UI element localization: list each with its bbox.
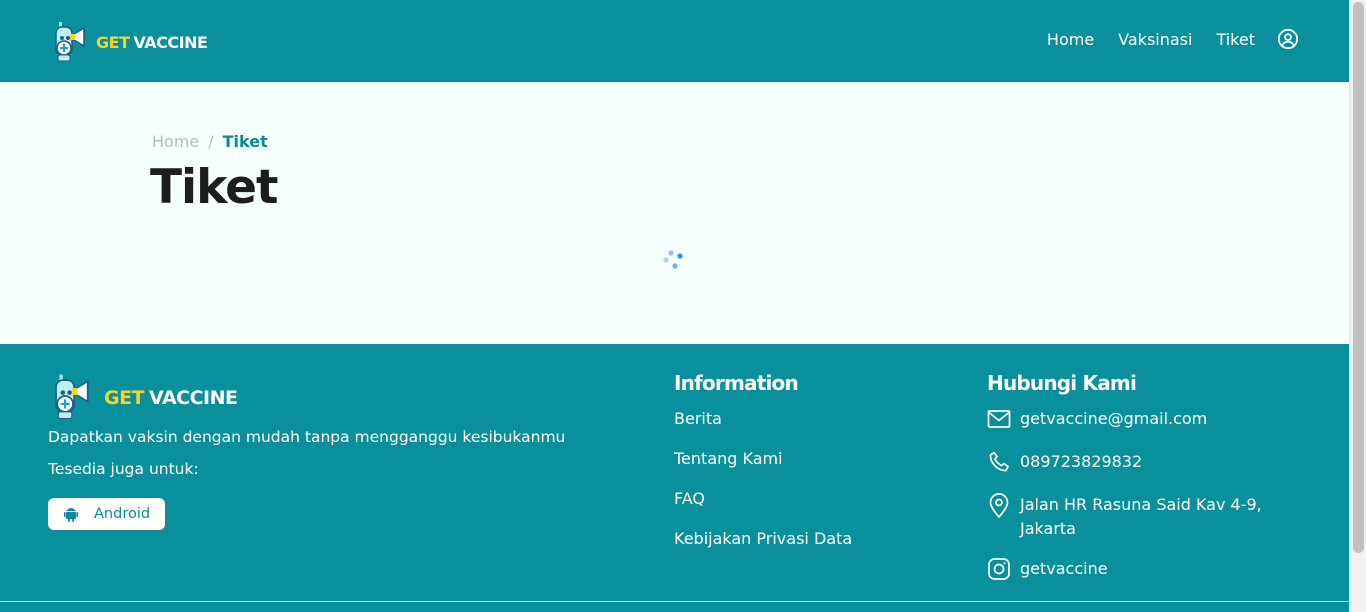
scrollbar-thumb[interactable]: [1353, 2, 1364, 553]
main-content: Home / Tiket Tiket: [0, 82, 1349, 344]
info-link-faq[interactable]: FAQ: [674, 489, 705, 508]
logo-vaccine-text: VACCINE: [133, 32, 208, 52]
contact-instagram[interactable]: getvaccine: [987, 557, 1108, 581]
contact-phone-text: 089723829832: [1020, 452, 1143, 471]
contact-instagram-text: getvaccine: [1020, 559, 1108, 578]
instagram-icon: [988, 558, 1010, 580]
breadcrumb: Home / Tiket: [152, 132, 268, 151]
header-logo[interactable]: GET VACCINE: [50, 18, 208, 64]
footer-logo: GET VACCINE: [48, 370, 238, 422]
android-button[interactable]: Android: [48, 498, 165, 530]
nav-vaksinasi[interactable]: Vaksinasi: [1118, 30, 1192, 49]
footer-tagline: Dapatkan vaksin dengan mudah tanpa mengg…: [48, 428, 566, 446]
map-pin-icon: [989, 493, 1009, 519]
logo-get-text: GET: [104, 387, 145, 409]
navbar: GET VACCINE Home Vaksinasi Tiket: [0, 0, 1349, 82]
mail-icon: [987, 410, 1011, 428]
page-title: Tiket: [150, 160, 279, 215]
contact-phone[interactable]: 089723829832: [987, 450, 1142, 474]
logo-vaccine-text: VACCINE: [149, 387, 238, 409]
phone-icon: [989, 451, 1009, 472]
nav-home[interactable]: Home: [1047, 30, 1094, 49]
spinner-icon: [663, 250, 683, 269]
footer: GET VACCINE Dapatkan vaksin dengan mudah…: [0, 344, 1349, 612]
vaccine-mascot-icon: [55, 374, 89, 420]
info-link-kebijakan-privasi[interactable]: Kebijakan Privasi Data: [674, 529, 852, 548]
logo-get-text: GET: [96, 32, 130, 52]
breadcrumb-separator: /: [208, 132, 214, 151]
android-icon: [64, 508, 78, 522]
information-title: Information: [674, 371, 799, 395]
vaccine-mascot-icon: [55, 22, 85, 62]
contact-address-text: Jalan HR Rasuna Said Kav 4-9, Jakarta: [1020, 495, 1262, 538]
contact-title: Hubungi Kami: [987, 371, 1137, 395]
footer-available-text: Tesedia juga untuk:: [48, 460, 199, 478]
user-circle-icon[interactable]: [1277, 28, 1299, 50]
contact-address[interactable]: Jalan HR Rasuna Said Kav 4-9, Jakarta: [987, 493, 1270, 541]
breadcrumb-current: Tiket: [222, 132, 268, 151]
vertical-scrollbar[interactable]: [1349, 0, 1366, 612]
footer-divider: [0, 601, 1349, 602]
contact-email-text: getvaccine@gmail.com: [1020, 409, 1208, 428]
contact-email[interactable]: getvaccine@gmail.com: [987, 407, 1207, 431]
android-button-label: Android: [94, 506, 151, 522]
breadcrumb-home[interactable]: Home: [152, 132, 199, 151]
info-link-tentang-kami[interactable]: Tentang Kami: [674, 449, 783, 468]
info-link-berita[interactable]: Berita: [674, 409, 722, 428]
nav-links: Home Vaksinasi Tiket: [1023, 28, 1299, 50]
nav-tiket[interactable]: Tiket: [1216, 30, 1255, 49]
